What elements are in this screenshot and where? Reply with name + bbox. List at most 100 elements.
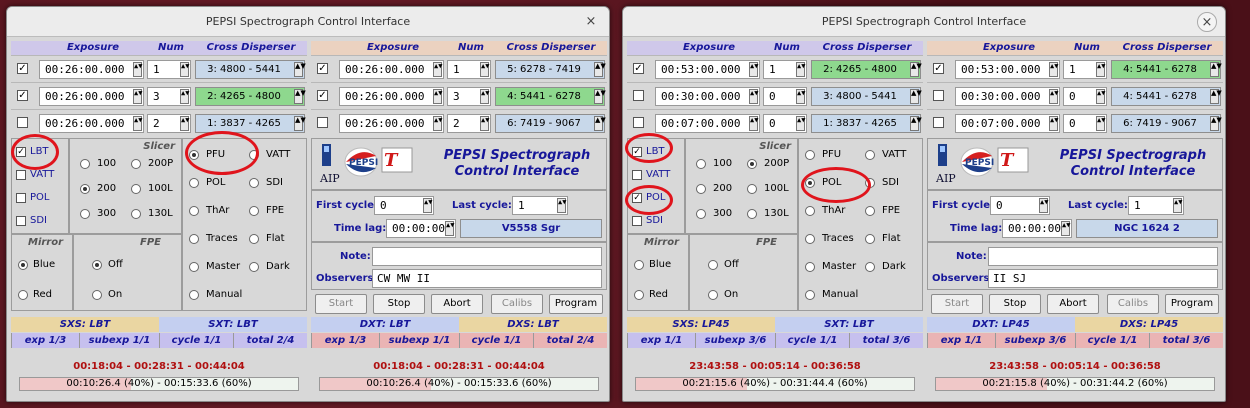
spin-arrows-icon[interactable]: ▲▼ <box>1061 221 1070 236</box>
exposure-checkbox[interactable] <box>17 117 28 128</box>
num-spinbox[interactable]: 2 ▲▼ <box>447 114 491 133</box>
stop-button[interactable]: Stop <box>373 294 425 314</box>
first-cycle-spinbox[interactable]: 0 ▲▼ <box>374 196 434 215</box>
spin-arrows-icon[interactable]: ▲▼ <box>480 116 489 131</box>
telescope-checkbox-vatt[interactable] <box>632 170 642 180</box>
spin-arrows-icon[interactable]: ▲▼ <box>433 89 442 104</box>
time-lag-spinbox[interactable]: 00:00:00 ▲▼ <box>386 219 456 238</box>
mode-radio[interactable] <box>805 150 815 160</box>
mode-radio[interactable] <box>189 234 199 244</box>
calibs-button[interactable]: Calibs <box>491 294 543 314</box>
cross-disperser-select[interactable]: 4: 5441 - 6278 ▲▼ <box>1111 60 1222 79</box>
abort-button[interactable]: Abort <box>431 294 483 314</box>
spin-arrows-icon[interactable]: ▲▼ <box>796 89 805 104</box>
spin-arrows-icon[interactable]: ▲▼ <box>423 198 432 213</box>
fpe-radio[interactable] <box>92 260 102 270</box>
cross-disperser-select[interactable]: 4: 5441 - 6278 ▲▼ <box>1111 87 1222 106</box>
mode-radio[interactable] <box>189 262 199 272</box>
num-spinbox[interactable]: 1 ▲▼ <box>763 60 807 79</box>
telescope-checkbox-sdi[interactable] <box>632 216 642 226</box>
program-button[interactable]: Program <box>549 294 603 314</box>
cross-disperser-select[interactable]: 2: 4265 - 4800 ▲▼ <box>811 60 922 79</box>
mirror-radio[interactable] <box>634 290 644 300</box>
exposure-time-spinbox[interactable]: 00:30:00.000 ▲▼ <box>655 87 760 106</box>
mirror-radio[interactable] <box>18 290 28 300</box>
mode-radio[interactable] <box>805 262 815 272</box>
spin-arrows-icon[interactable]: ▲▼ <box>294 62 306 77</box>
exposure-time-spinbox[interactable]: 00:26:00.000 ▲▼ <box>39 60 144 79</box>
start-button[interactable]: Start <box>315 294 367 314</box>
spin-arrows-icon[interactable]: ▲▼ <box>594 116 606 131</box>
mode-radio[interactable] <box>805 290 815 300</box>
exposure-checkbox[interactable] <box>317 117 328 128</box>
fpe-radio[interactable] <box>708 260 718 270</box>
spin-arrows-icon[interactable]: ▲▼ <box>749 62 758 77</box>
mode-radio[interactable] <box>189 206 199 216</box>
slicer-radio[interactable] <box>747 209 757 219</box>
note-input[interactable] <box>988 247 1218 266</box>
spin-arrows-icon[interactable]: ▲▼ <box>180 116 189 131</box>
spin-arrows-icon[interactable]: ▲▼ <box>445 221 454 236</box>
spin-arrows-icon[interactable]: ▲▼ <box>1173 198 1182 213</box>
cross-disperser-select[interactable]: 3: 4800 - 5441 ▲▼ <box>811 87 922 106</box>
spin-arrows-icon[interactable]: ▲▼ <box>594 62 606 77</box>
spin-arrows-icon[interactable]: ▲▼ <box>796 116 805 131</box>
last-cycle-spinbox[interactable]: 1 ▲▼ <box>1128 196 1184 215</box>
num-spinbox[interactable]: 1 ▲▼ <box>1063 60 1107 79</box>
slicer-radio[interactable] <box>696 159 706 169</box>
spin-arrows-icon[interactable]: ▲▼ <box>433 116 442 131</box>
num-spinbox[interactable]: 2 ▲▼ <box>147 114 191 133</box>
spin-arrows-icon[interactable]: ▲▼ <box>1210 89 1222 104</box>
spin-arrows-icon[interactable]: ▲▼ <box>294 116 306 131</box>
exposure-checkbox[interactable] <box>933 117 944 128</box>
exposure-time-spinbox[interactable]: 00:07:00.000 ▲▼ <box>955 114 1060 133</box>
exposure-checkbox[interactable]: ✓ <box>317 63 328 74</box>
exposure-checkbox[interactable]: ✓ <box>317 90 328 101</box>
cross-disperser-select[interactable]: 1: 3837 - 4265 ▲▼ <box>811 114 922 133</box>
telescope-checkbox-pol[interactable] <box>16 193 26 203</box>
spin-arrows-icon[interactable]: ▲▼ <box>796 62 805 77</box>
mirror-radio[interactable] <box>18 260 28 270</box>
slicer-radio[interactable] <box>131 209 141 219</box>
spin-arrows-icon[interactable]: ▲▼ <box>1039 198 1048 213</box>
exposure-checkbox[interactable]: ✓ <box>17 90 28 101</box>
cross-disperser-select[interactable]: 2: 4265 - 4800 ▲▼ <box>195 87 306 106</box>
observers-input[interactable]: II SJ <box>988 269 1218 288</box>
spin-arrows-icon[interactable]: ▲▼ <box>480 62 489 77</box>
stop-button[interactable]: Stop <box>989 294 1041 314</box>
num-spinbox[interactable]: 1 ▲▼ <box>147 60 191 79</box>
spin-arrows-icon[interactable]: ▲▼ <box>180 89 189 104</box>
mode-radio[interactable] <box>249 206 259 216</box>
program-button[interactable]: Program <box>1165 294 1219 314</box>
spin-arrows-icon[interactable]: ▲▼ <box>1049 116 1058 131</box>
spin-arrows-icon[interactable]: ▲▼ <box>1096 89 1105 104</box>
exposure-checkbox[interactable] <box>633 117 644 128</box>
cross-disperser-select[interactable]: 3: 4800 - 5441 ▲▼ <box>195 60 306 79</box>
slicer-radio[interactable] <box>80 184 90 194</box>
close-icon[interactable]: × <box>581 12 601 32</box>
spin-arrows-icon[interactable]: ▲▼ <box>557 198 566 213</box>
cross-disperser-select[interactable]: 6: 7419 - 9067 ▲▼ <box>1111 114 1222 133</box>
spin-arrows-icon[interactable]: ▲▼ <box>910 62 922 77</box>
slicer-radio[interactable] <box>696 184 706 194</box>
exposure-time-spinbox[interactable]: 00:53:00.000 ▲▼ <box>655 60 760 79</box>
spin-arrows-icon[interactable]: ▲▼ <box>910 116 922 131</box>
observers-input[interactable]: CW MW II <box>372 269 602 288</box>
mode-radio[interactable] <box>249 262 259 272</box>
spin-arrows-icon[interactable]: ▲▼ <box>594 89 606 104</box>
spin-arrows-icon[interactable]: ▲▼ <box>1210 116 1222 131</box>
telescope-checkbox-vatt[interactable] <box>16 170 26 180</box>
spin-arrows-icon[interactable]: ▲▼ <box>180 62 189 77</box>
exposure-time-spinbox[interactable]: 00:26:00.000 ▲▼ <box>339 114 444 133</box>
slicer-radio[interactable] <box>131 159 141 169</box>
exposure-checkbox[interactable] <box>633 90 644 101</box>
exposure-checkbox[interactable]: ✓ <box>933 63 944 74</box>
slicer-radio[interactable] <box>696 209 706 219</box>
mode-radio[interactable] <box>805 206 815 216</box>
mode-radio[interactable] <box>805 234 815 244</box>
exposure-time-spinbox[interactable]: 00:26:00.000 ▲▼ <box>339 87 444 106</box>
slicer-radio[interactable] <box>80 159 90 169</box>
num-spinbox[interactable]: 1 ▲▼ <box>447 60 491 79</box>
num-spinbox[interactable]: 0 ▲▼ <box>1063 114 1107 133</box>
spin-arrows-icon[interactable]: ▲▼ <box>433 62 442 77</box>
